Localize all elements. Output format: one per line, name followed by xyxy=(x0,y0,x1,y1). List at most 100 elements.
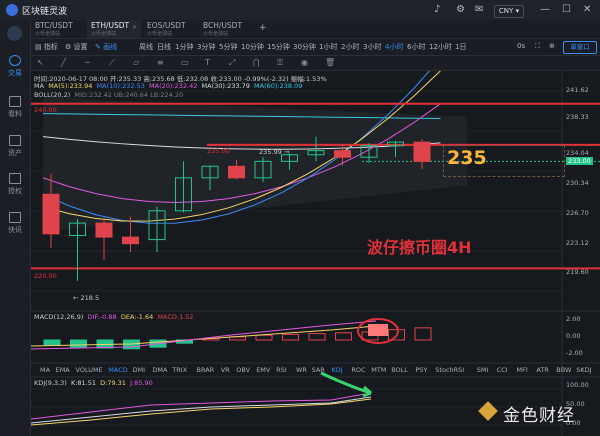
eye-tool-icon[interactable]: ◉ xyxy=(301,58,308,67)
boll-info: BOLL(20,2) MID:232.42 UB:240.64 LB:224.2… xyxy=(34,91,183,99)
ray-tool-icon[interactable]: ⟋ xyxy=(109,58,115,68)
indicator-tab-kdj[interactable]: KDJ xyxy=(332,366,343,374)
ma30-value: MA(30):233.79 xyxy=(201,82,250,90)
indicator-tab-roc[interactable]: ROC xyxy=(351,366,365,374)
level-240-label: 240.00 xyxy=(34,106,57,114)
period-2[interactable]: 1分钟 xyxy=(175,42,193,52)
message-icon[interactable]: ✉ xyxy=(475,4,483,15)
chart-area[interactable]: 时间:2020-06-17 08:00 开:235.33 高:235.68 低:… xyxy=(31,71,600,436)
cursor-tool-icon[interactable]: ↖ xyxy=(37,58,44,67)
indicator-tab-mfi[interactable]: MFI xyxy=(517,366,528,374)
currency-select[interactable]: CNY ▾ xyxy=(494,5,524,18)
indicator-tab-ma[interactable]: MA xyxy=(40,366,50,374)
period-11[interactable]: 4小时 xyxy=(385,42,403,52)
indicator-tab-atr[interactable]: ATR xyxy=(536,366,548,374)
period-12[interactable]: 6小时 xyxy=(407,42,425,52)
period-5[interactable]: 10分钟 xyxy=(241,42,264,52)
period-14[interactable]: 1日 xyxy=(455,42,466,52)
title-text-annotation: 波仔擦币圈4H xyxy=(367,238,472,257)
gear-icon[interactable]: ⚙ xyxy=(456,4,465,15)
window-mode-select[interactable]: 单窗口 xyxy=(563,41,597,54)
period-1[interactable]: 日线 xyxy=(157,42,171,52)
indicator-tab-ema[interactable]: EMA xyxy=(56,366,70,374)
period-13[interactable]: 12小时 xyxy=(429,42,452,52)
macd-axis: 2.00 0.00 -2.00 xyxy=(564,315,600,361)
tab-eos-usdt[interactable]: EOS/USDT 火币全球站 xyxy=(143,20,197,38)
horizontal-line-tool-icon[interactable]: ─ xyxy=(85,58,90,67)
indicator-tab-boll[interactable]: BOLL xyxy=(391,366,408,374)
indicator-button[interactable]: ▤ 指标 xyxy=(35,42,58,52)
indicator-tab-macd[interactable]: MACD xyxy=(108,366,127,374)
period-3[interactable]: 3分钟 xyxy=(197,42,215,52)
kdj-info: KDJ(9,3,3) K:81.51 D:79.31 J:85.90 xyxy=(34,379,153,387)
price-axis: 241.62 238.33 234.04 233.00 230.34 226.70 223.… xyxy=(564,71,600,311)
minimize-icon[interactable]: — xyxy=(540,4,550,15)
dea-value: DEA:-1.64 xyxy=(120,313,154,321)
sidebar-item-assets[interactable]: 资产 xyxy=(0,135,30,158)
close-tab-icon[interactable]: ✕ xyxy=(132,24,137,31)
add-tab-button[interactable]: + xyxy=(259,23,267,33)
measure-tool-icon[interactable]: ⤢ xyxy=(229,58,235,68)
rect-tool-icon[interactable]: ▭ xyxy=(181,58,189,67)
settings-button[interactable]: ⚙ 设置 xyxy=(65,42,88,52)
close-icon[interactable]: ✕ xyxy=(583,4,591,15)
sidebar-item-label: 看料 xyxy=(8,110,22,118)
ma20-value: MA(20):232.42 xyxy=(149,82,198,90)
indicator-tab-trix[interactable]: TRIX xyxy=(172,366,187,374)
indicator-tab-brar[interactable]: BRAR xyxy=(197,366,215,374)
indicator-tab-rsi[interactable]: RSI xyxy=(276,366,287,374)
fullscreen-icon[interactable]: ⛶ xyxy=(535,42,540,51)
app-title: 区块链灵波 xyxy=(22,7,68,17)
indicator-tab-mtm[interactable]: MTM xyxy=(371,366,386,374)
candle-body xyxy=(228,165,245,179)
period-10[interactable]: 3小时 xyxy=(363,42,381,52)
sidebar-item-auth[interactable]: 授权 xyxy=(0,173,30,196)
tab-bch-usdt[interactable]: BCH/USDT 火币全球站 xyxy=(199,20,253,38)
indicator-tab-bbw[interactable]: BBW xyxy=(556,366,571,374)
period-8[interactable]: 1小时 xyxy=(319,42,337,52)
period-0[interactable]: 周线 xyxy=(139,42,153,52)
period-7[interactable]: 30分钟 xyxy=(293,42,316,52)
indicator-tab-dmi[interactable]: DMI xyxy=(133,366,146,374)
indicator-tab-sar[interactable]: SAR xyxy=(312,366,325,374)
maximize-icon[interactable]: ☐ xyxy=(562,4,571,15)
indicator-tab-smi[interactable]: SMI xyxy=(477,366,489,374)
lock-tool-icon[interactable]: ⚿ xyxy=(277,58,283,68)
channel-tool-icon[interactable]: ▱ xyxy=(133,58,139,67)
indicator-tab-volume[interactable]: VOLUME xyxy=(76,366,103,374)
tab-label: EOS/USDT xyxy=(147,21,186,30)
indicator-tab-wr[interactable]: WR xyxy=(296,366,307,374)
indicator-tab-stochrsi[interactable]: StochRSI xyxy=(435,366,464,374)
crosshair-icon[interactable]: ⊕ xyxy=(549,42,555,50)
left-sidebar: 交易 看料 资产 授权 快讯 xyxy=(0,20,31,436)
indicator-tab-obv[interactable]: OBV xyxy=(236,366,250,374)
fib-tool-icon[interactable]: ≡ xyxy=(157,58,164,67)
dif-value: DIF:-0.88 xyxy=(87,313,117,321)
tab-eth-usdt[interactable]: ETH/USDT 火币全球站 ✕ xyxy=(87,20,141,38)
tab-label: BTC/USDT xyxy=(35,21,73,30)
trendline-tool-icon[interactable]: ╱ xyxy=(61,58,66,67)
period-6[interactable]: 15分钟 xyxy=(267,42,290,52)
sidebar-item-flash[interactable]: 快讯 xyxy=(0,212,30,235)
magnet-tool-icon[interactable]: ⋂ xyxy=(253,58,260,67)
currency-value: CNY xyxy=(498,7,514,15)
indicator-tab-dma[interactable]: DMA xyxy=(152,366,167,374)
candle-body xyxy=(42,193,60,235)
text-tool-icon[interactable]: T xyxy=(205,58,210,67)
drawing-button[interactable]: ✎ 画线 xyxy=(95,42,117,52)
indicator-tab-psy[interactable]: PSY xyxy=(415,366,427,374)
price-target-annotation: 235 xyxy=(447,147,487,169)
period-9[interactable]: 2小时 xyxy=(341,42,359,52)
tab-btc-usdt[interactable]: BTC/USDT 火币全球站 xyxy=(31,20,85,38)
indicator-tab-skdj[interactable]: SKDJ xyxy=(576,366,591,374)
period-4[interactable]: 5分钟 xyxy=(219,42,237,52)
indicator-tab-cci[interactable]: CCI xyxy=(497,366,508,374)
sidebar-item-trade[interactable]: 交易 xyxy=(0,55,30,78)
indicator-tab-vr[interactable]: VR xyxy=(221,366,230,374)
bell-icon[interactable]: ♪ xyxy=(434,4,440,15)
sidebar-item-news[interactable]: 看料 xyxy=(0,96,30,119)
delete-tool-icon[interactable]: 🗑 xyxy=(325,58,335,67)
indicator-tab-emv[interactable]: EMV xyxy=(256,366,270,374)
d-value: D:79.31 xyxy=(100,379,126,387)
boll-values: MID:232.42 UB:240.64 LB:224.20 xyxy=(74,91,184,99)
